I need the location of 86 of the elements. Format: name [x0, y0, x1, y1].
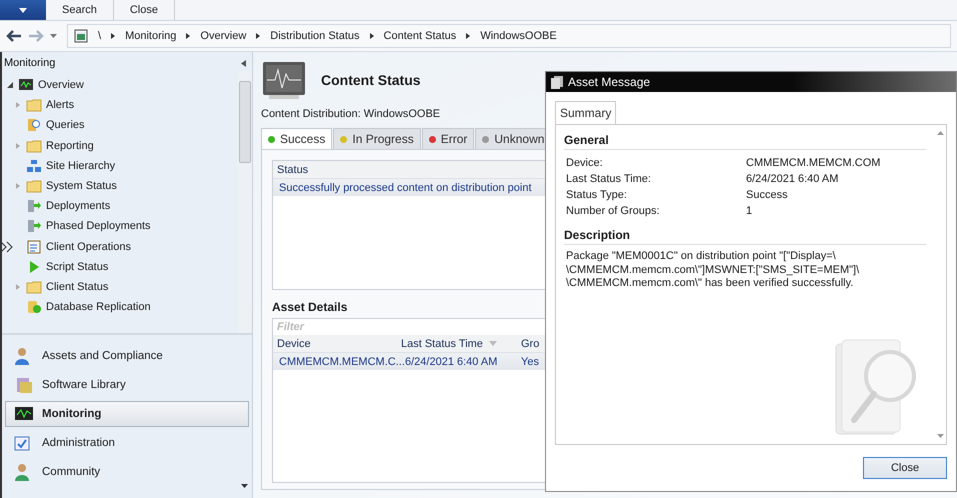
tree-item[interactable]: Phased Deployments	[46, 220, 151, 232]
field-label: Number of Groups:	[566, 205, 661, 217]
column-header[interactable]: Last Status Time	[397, 338, 517, 350]
separator-icon	[186, 33, 190, 39]
tree-item[interactable]: Overview	[38, 79, 84, 92]
workspace-button[interactable]: Community	[5, 459, 249, 485]
tree-item[interactable]: Alerts	[46, 99, 74, 112]
field-label: Status Type:	[566, 189, 628, 201]
column-header[interactable]: Device	[273, 338, 397, 350]
expanded-icon[interactable]	[7, 82, 13, 88]
folder-icon	[26, 98, 42, 112]
dropdown-icon[interactable]	[241, 484, 248, 488]
forward-icon[interactable]	[28, 29, 44, 43]
tree-item[interactable]: Site Hierarchy	[46, 160, 116, 172]
server-arrow-icon	[26, 219, 42, 234]
field-label: Device:	[566, 157, 604, 169]
dialog-title: Asset Message	[568, 75, 650, 89]
status-tab[interactable]: Success	[261, 128, 332, 149]
column-header[interactable]: Gro	[517, 338, 540, 350]
scroll-down-icon[interactable]	[936, 434, 944, 438]
workspace-button[interactable]: Software Library	[5, 372, 249, 398]
field-value: Success	[746, 189, 788, 201]
monitor-icon	[14, 405, 34, 423]
expander-icon[interactable]	[15, 183, 21, 190]
tree-item[interactable]: Client Operations	[46, 240, 131, 253]
separator-icon	[370, 33, 374, 39]
tree-item[interactable]: System Status	[46, 180, 117, 192]
folder-icon	[26, 138, 42, 153]
tree-item[interactable]: Database Replication	[46, 301, 151, 314]
expander-icon[interactable]	[15, 142, 21, 149]
address-bar[interactable]: \ Monitoring Overview Distribution Status Content Status WindowsOOBE	[67, 24, 951, 48]
field-value: 6/24/2021 6:40 AM	[746, 173, 838, 185]
tree-item[interactable]: Script Status	[46, 260, 108, 273]
breadcrumb[interactable]: Distribution Status	[270, 30, 360, 42]
separator-icon	[111, 33, 116, 39]
caret-icon	[19, 8, 27, 12]
folder-icon	[26, 280, 42, 294]
pane-title: Monitoring	[4, 57, 56, 69]
ribbon-tab[interactable]: Search	[46, 0, 114, 20]
description-text: Package "MEM0001C" on distribution point "["Display=\ \CMMEMCM.memcm.com\"]MSWNET:["SMS_SITE=MEM"]\ \CMMEMCM.memcm.com\" has been verified successfully.	[565, 250, 860, 290]
section-heading: General	[564, 133, 926, 150]
status-tab[interactable]: In Progress	[333, 128, 421, 149]
workspace-button[interactable]: Administration	[5, 430, 249, 456]
field-value: CMMEMCM.MEMCM.COM	[746, 157, 880, 169]
tree-item[interactable]: Queries	[46, 119, 85, 132]
breadcrumb[interactable]: Content Status	[384, 30, 456, 42]
monitor-icon	[18, 78, 34, 92]
field-value: 1	[746, 205, 752, 217]
status-tab[interactable]: Error	[422, 128, 474, 149]
expander-icon[interactable]	[15, 284, 21, 290]
workspace-button[interactable]: Monitoring	[5, 401, 249, 427]
server-arrow-icon	[26, 199, 42, 214]
breadcrumb-root[interactable]: \	[98, 30, 102, 42]
summary-tab[interactable]: Summary	[555, 101, 616, 124]
expander-icon[interactable]	[15, 102, 21, 108]
document-icon	[551, 76, 563, 88]
tree-item[interactable]: Reporting	[46, 140, 94, 152]
scrollbar[interactable]	[238, 71, 252, 333]
page-subtitle: Content Distribution: WindowsOOBE	[261, 108, 440, 120]
app-menu-button[interactable]	[0, 0, 46, 20]
column-header[interactable]: Status	[273, 164, 308, 176]
breadcrumb[interactable]: WindowsOOBE	[480, 30, 557, 42]
magnifier-icon	[26, 118, 42, 132]
ribbon-tab[interactable]: Close	[114, 0, 175, 20]
section-title: Asset Details	[272, 300, 348, 314]
back-icon[interactable]	[6, 29, 22, 43]
section-heading: Description	[564, 228, 926, 245]
scroll-up-icon[interactable]	[936, 131, 944, 135]
page-title: Content Status	[321, 72, 421, 88]
monitor-icon	[261, 60, 307, 100]
database-icon	[26, 300, 42, 314]
hierarchy-icon	[26, 158, 42, 173]
workspace-button[interactable]: Assets and Compliance	[5, 343, 249, 369]
stack-icon	[14, 376, 34, 394]
field-label: Last Status Time:	[566, 173, 652, 185]
folder-icon	[26, 179, 42, 194]
collapse-icon[interactable]	[241, 60, 246, 66]
breadcrumb[interactable]: Overview	[200, 30, 246, 42]
separator-icon	[256, 33, 260, 39]
clipboard-icon	[26, 240, 42, 254]
console-icon	[74, 29, 88, 43]
separator-icon	[466, 33, 470, 39]
breadcrumb[interactable]: Monitoring	[125, 30, 176, 42]
close-button[interactable]: Close	[863, 457, 947, 479]
tree-item[interactable]: Client Status	[46, 280, 108, 293]
tree-item[interactable]: Deployments	[46, 200, 110, 212]
